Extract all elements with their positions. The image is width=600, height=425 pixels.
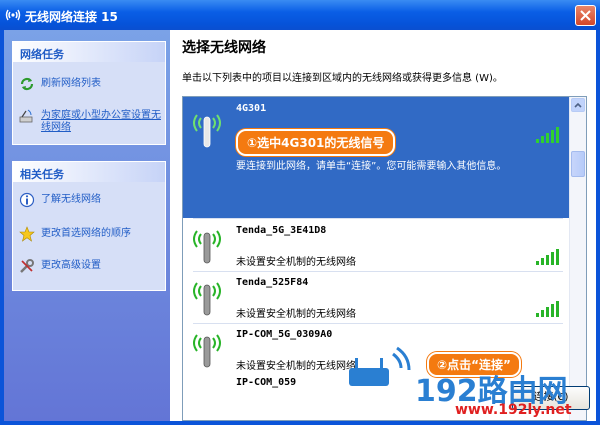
network-item-tenda-5g[interactable]: Tenda_5G_3E41D8 未设置安全机制的无线网络 (183, 221, 572, 269)
signal-strength-icon (536, 301, 559, 317)
learn-wireless-link[interactable]: 了解无线网络 (19, 192, 159, 208)
change-advanced-settings-link[interactable]: 更改高级设置 (19, 258, 159, 274)
setup-home-network-label: 为家庭或小型办公室设置无线网络 (41, 110, 161, 133)
list-divider (193, 323, 563, 324)
wireless-signal-antenna-icon (193, 334, 221, 368)
related-tasks-panel: 相关任务 了解无线网络 更改首选网络的顺序 更改高级设置 (12, 161, 166, 291)
title-bar: 无线网络连接 15 (0, 0, 600, 30)
page-description: 单击以下列表中的项目以连接到区域内的无线网络或获得更多信息 (W)。 (182, 73, 503, 84)
setup-wireless-icon (19, 109, 33, 123)
network-security-status: 未设置安全机制的无线网络 (236, 361, 356, 372)
network-tasks-panel: 网络任务 刷新网络列表 为家庭或小型办公室设置无线网络 (12, 41, 166, 145)
page-title: 选择无线网络 (182, 40, 266, 56)
related-tasks-title: 相关任务 (13, 162, 165, 182)
list-divider (193, 218, 563, 219)
main-panel: 选择无线网络 单击以下列表中的项目以连接到区域内的无线网络或获得更多信息 (W)… (170, 30, 596, 421)
connect-button[interactable]: 连接(C) (512, 386, 590, 410)
refresh-network-list-label: 刷新网络列表 (41, 78, 101, 89)
scroll-thumb[interactable] (571, 151, 585, 177)
scroll-up-button[interactable] (571, 98, 585, 112)
window-title: 无线网络连接 15 (25, 10, 118, 24)
wireless-signal-antenna-icon (193, 282, 221, 316)
chevron-up-icon (574, 102, 582, 108)
network-item-ip-com-5g[interactable]: IP-COM_5G_0309A0 未设置安全机制的无线网络 (183, 325, 572, 375)
change-preferred-order-link[interactable]: 更改首选网络的顺序 (19, 226, 159, 242)
tools-icon (20, 259, 34, 273)
network-tasks-title: 网络任务 (13, 42, 165, 62)
network-connect-hint: 要连接到此网络，请单击“连接”。您可能需要输入其他信息。 (236, 161, 507, 172)
info-icon (19, 192, 35, 208)
close-icon (580, 10, 591, 21)
setup-home-network-link[interactable]: 为家庭或小型办公室设置无线网络 (19, 108, 161, 136)
network-name: 4G301 (236, 103, 267, 114)
step1-callout: ①选中4G301的无线信号 (236, 129, 396, 156)
network-security-status: 未设置安全机制的无线网络 (236, 309, 356, 320)
network-name: Tenda_525F84 (236, 277, 309, 288)
refresh-network-list-link[interactable]: 刷新网络列表 (19, 76, 159, 92)
list-divider (193, 271, 563, 272)
refresh-icon (20, 77, 34, 91)
network-security-status: 未设置安全机制的无线网络 (236, 257, 356, 268)
close-button[interactable] (575, 5, 596, 26)
wireless-signal-antenna-icon (193, 114, 221, 148)
signal-strength-icon (536, 249, 559, 265)
change-preferred-order-label: 更改首选网络的顺序 (41, 228, 131, 239)
list-scrollbar[interactable] (569, 97, 586, 420)
task-sidebar: 网络任务 刷新网络列表 为家庭或小型办公室设置无线网络 相关任务 了解无线网络 … (4, 30, 170, 421)
wireless-network-icon (5, 9, 21, 21)
signal-strength-icon (536, 127, 559, 143)
network-name: Tenda_5G_3E41D8 (236, 225, 327, 236)
network-item-tenda-525f84[interactable]: Tenda_525F84 未设置安全机制的无线网络 (183, 273, 572, 321)
star-icon (19, 226, 35, 242)
network-name: IP-COM_5G_0309A0 (236, 329, 333, 340)
wireless-signal-antenna-icon (193, 230, 221, 264)
network-item-4g301[interactable]: 4G301 要连接到此网络，请单击“连接”。您可能需要输入其他信息。 (183, 97, 572, 218)
network-name: IP-COM_059 (236, 377, 297, 388)
change-advanced-settings-label: 更改高级设置 (41, 260, 101, 271)
learn-wireless-label: 了解无线网络 (41, 194, 101, 205)
